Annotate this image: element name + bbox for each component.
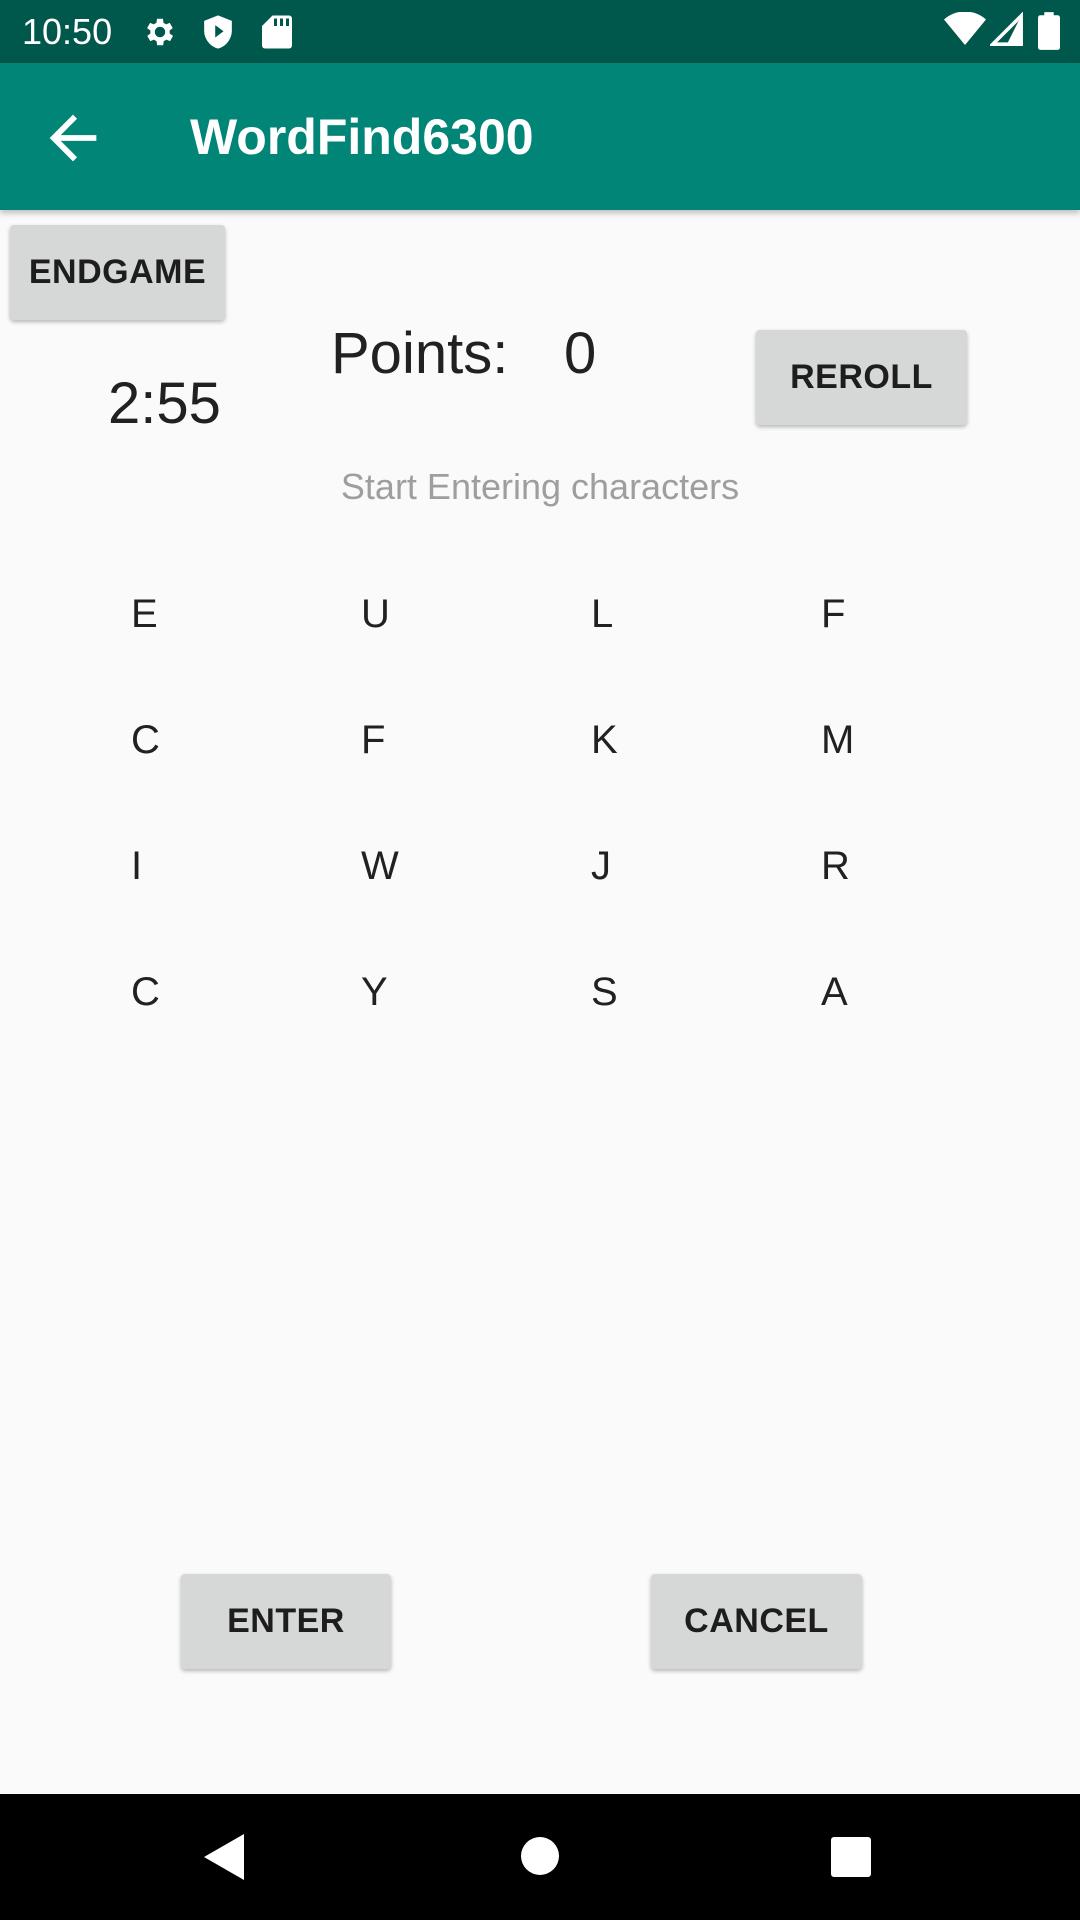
- cancel-button[interactable]: CANCEL: [651, 1574, 862, 1669]
- letter-cell[interactable]: C: [131, 716, 160, 764]
- letter-cell[interactable]: F: [821, 590, 845, 638]
- letter-cell[interactable]: S: [591, 968, 618, 1016]
- letter-cell[interactable]: C: [131, 968, 160, 1016]
- letter-cell[interactable]: U: [361, 590, 390, 638]
- letter-cell[interactable]: E: [131, 590, 158, 638]
- reroll-button[interactable]: REROLL: [756, 330, 967, 425]
- letter-cell[interactable]: Y: [361, 968, 388, 1016]
- letter-cell[interactable]: W: [361, 842, 399, 890]
- sd-card-icon: [262, 14, 292, 55]
- letter-cell[interactable]: J: [591, 842, 611, 890]
- back-button[interactable]: [38, 103, 108, 173]
- screen: 10:50 WordFind6300 ENDGAME Points: 0 RER…: [0, 0, 1080, 1920]
- letter-cell[interactable]: I: [131, 842, 142, 890]
- recents-square-icon[interactable]: [831, 1837, 871, 1882]
- points-value: 0: [564, 321, 597, 386]
- game-timer: 2:55: [108, 371, 221, 436]
- enter-button[interactable]: ENTER: [181, 1574, 391, 1669]
- letter-cell[interactable]: M: [821, 716, 854, 764]
- letter-cell[interactable]: K: [591, 716, 618, 764]
- entry-hint: Start Entering characters: [340, 466, 740, 507]
- letter-cell[interactable]: F: [361, 716, 385, 764]
- letter-cell[interactable]: A: [821, 968, 848, 1016]
- arrow-left-icon: [49, 114, 97, 162]
- endgame-button[interactable]: ENDGAME: [10, 225, 225, 320]
- cell-signal-icon: [988, 11, 1024, 53]
- home-circle-icon[interactable]: [520, 1836, 560, 1881]
- back-triangle-icon[interactable]: [204, 1834, 244, 1885]
- status-time: 10:50: [22, 11, 113, 52]
- battery-icon: [1038, 12, 1060, 55]
- points-label: Points:: [331, 321, 509, 386]
- app-bar: WordFind6300: [0, 63, 1080, 210]
- status-bar: 10:50: [0, 0, 1080, 63]
- shield-icon: [201, 14, 235, 55]
- letter-cell[interactable]: L: [591, 590, 613, 638]
- letter-cell[interactable]: R: [821, 842, 850, 890]
- wifi-icon: [944, 11, 986, 53]
- navigation-bar: [0, 1794, 1080, 1920]
- gear-icon: [142, 14, 178, 55]
- app-title: WordFind6300: [190, 109, 534, 165]
